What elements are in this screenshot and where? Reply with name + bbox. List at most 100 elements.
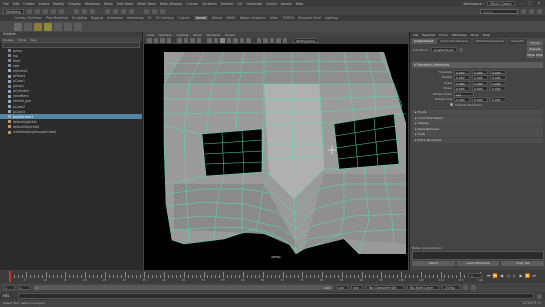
snap-point-icon[interactable] (120, 8, 126, 14)
script-language-toggle[interactable]: MEL (3, 294, 15, 298)
menu-create[interactable]: Create (23, 2, 34, 6)
snap-surface-icon[interactable] (128, 8, 134, 14)
animation-start-field[interactable]: 1 (3, 285, 15, 290)
section-extra-attributes[interactable]: ▸ Extra Attributes (412, 137, 543, 143)
auto-key-icon[interactable] (463, 285, 468, 290)
menu-file[interactable]: File (3, 2, 9, 6)
shelf-tab-motion-graphics[interactable]: Motion Graphics (240, 16, 266, 20)
scale-y-field[interactable]: 1.000 (472, 80, 488, 85)
lock-camera-icon[interactable] (153, 38, 158, 43)
step-forward-key-icon[interactable]: ⏩ (525, 273, 530, 278)
shelf-tab-lighting[interactable]: Lighting (325, 16, 338, 20)
isolate-select-icon[interactable] (256, 38, 261, 43)
shelf-tab-rigging[interactable]: Rigging (91, 16, 103, 20)
copy-tab-button[interactable]: Copy Tab (501, 261, 545, 266)
shelf-tab-fx-caching[interactable]: FX Caching (156, 16, 174, 20)
preferences-icon[interactable] (471, 285, 476, 290)
arnold-flush-icon[interactable] (34, 22, 42, 31)
menu-curves[interactable]: Curves (186, 2, 198, 6)
shear-x-field[interactable]: 0.000 (454, 86, 470, 91)
menu-mesh[interactable]: Mesh (104, 2, 113, 6)
select-object-icon[interactable] (81, 8, 87, 14)
playback-end-field[interactable]: 120 (336, 285, 348, 290)
mode-dropdown[interactable]: Modeling (3, 8, 24, 14)
undo-icon[interactable] (50, 8, 56, 14)
snap-grid-icon[interactable] (104, 8, 110, 14)
animation-end-field[interactable]: 200 (351, 285, 363, 290)
menu-edit-mesh[interactable]: Edit Mesh (117, 2, 134, 6)
wireframe-icon[interactable] (207, 38, 212, 43)
play-backwards-icon[interactable]: ◁ (506, 273, 511, 278)
playhead[interactable] (9, 271, 11, 282)
shelf-tab-custom[interactable]: Custom (177, 16, 189, 20)
ambient-occlusion-icon[interactable] (269, 38, 274, 43)
open-scene-icon[interactable] (34, 8, 40, 14)
menu-select[interactable]: Select (39, 2, 49, 6)
node-tab[interactable]: lambert1 (508, 38, 527, 44)
ae-menu-help[interactable]: Help (483, 33, 490, 37)
section-uuid[interactable]: ▸ UUID (412, 132, 543, 137)
viewport-menu-lighting[interactable]: Lighting (176, 33, 188, 37)
menu-generate[interactable]: Generate (246, 2, 262, 6)
ae-menu-focus[interactable]: Focus (439, 33, 448, 37)
select-component-icon[interactable] (89, 8, 95, 14)
step-back-key-icon[interactable]: ⏪ (493, 273, 498, 278)
time-slider[interactable]: 5 10 15 20 25 30 35 40 45 50 55 60 65 70 75 80 85 90 95 100… (0, 270, 545, 283)
menu-windows[interactable]: Windows (85, 2, 100, 6)
menu-cache[interactable]: Cache (266, 2, 277, 6)
anti-alias-icon[interactable] (276, 38, 281, 43)
depth-of-field-icon[interactable] (282, 38, 287, 43)
shelf-tab-xgen[interactable]: XGen (270, 16, 279, 20)
ipr-render-icon[interactable] (151, 8, 157, 14)
translate-y-field[interactable]: 0.000 (472, 69, 488, 74)
select-button[interactable]: Select (412, 261, 455, 266)
node-tab[interactable]: initialShadingGroup (472, 38, 507, 44)
grid-icon[interactable] (177, 38, 182, 43)
shelf-tab-animation[interactable]: Animation (107, 16, 123, 20)
node-tab[interactable]: polySurfaceShape1 (437, 38, 471, 44)
bookmark-icon[interactable] (166, 38, 171, 43)
workspace-dropdown[interactable]: Maya Classic (487, 1, 515, 6)
shelf-tab-bifrost[interactable]: Bifrost (212, 16, 222, 20)
rotate-x-field[interactable]: 0.000 (454, 75, 470, 80)
ae-menu-attributes[interactable]: Attributes (452, 33, 467, 37)
smooth-shade-icon[interactable] (213, 38, 218, 43)
rotate-z-field[interactable]: 0.000 (490, 75, 506, 80)
menu-surfaces[interactable]: Surfaces (202, 2, 217, 6)
viewport-menu-renderer[interactable]: Renderer (207, 33, 221, 37)
playback-start-field[interactable]: 1 (18, 285, 30, 290)
xray-joints-icon[interactable] (263, 38, 268, 43)
viewport-panel[interactable]: View Shading Lighting Show Renderer Panels sR… (144, 32, 408, 270)
arnold-render-icon[interactable] (14, 22, 22, 31)
outliner-menu-display[interactable]: Display (3, 38, 14, 42)
outliner-item[interactable]: initialShadingGroup/pCube1 (0, 130, 142, 135)
modeling-toolkit-icon[interactable] (521, 8, 526, 14)
section-display[interactable]: ▸ Display (412, 121, 543, 126)
arnold-photometric-icon[interactable] (74, 22, 82, 31)
shelf-tab-turtle[interactable]: TURTLE (282, 16, 294, 20)
focus-button[interactable]: Focus (527, 41, 543, 46)
node-goto-icon[interactable] (459, 47, 463, 52)
viewport-menu-show[interactable]: Show (193, 33, 201, 37)
shelf-tab-poly-modeling[interactable]: Poly Modeling (46, 16, 68, 20)
minimize-icon[interactable]: – (518, 1, 524, 6)
menu-deform[interactable]: Deform (221, 2, 234, 6)
outliner-menu-help[interactable]: Help (30, 38, 37, 42)
redo-icon[interactable] (58, 8, 64, 14)
step-back-frame-icon[interactable]: ◀ (499, 273, 504, 278)
select-hierarchy-icon[interactable] (73, 8, 79, 14)
menu-uv[interactable]: UV (237, 2, 242, 6)
translate-x-field[interactable]: 0.000 (454, 69, 470, 74)
shear-y-field[interactable]: 0.000 (472, 86, 488, 91)
scale-x-field[interactable]: 1.000 (454, 80, 470, 85)
presets-button[interactable]: Presets (527, 47, 543, 52)
shelf-tab-curves-surfaces[interactable]: Curves / Surfaces (14, 16, 42, 20)
fps-dropdown[interactable]: 24 fps (442, 285, 460, 290)
outliner-menu-show[interactable]: Show (18, 38, 26, 42)
node-tab[interactable]: polySurface1 (412, 38, 436, 44)
go-to-end-icon[interactable]: ⏭ (532, 273, 537, 278)
character-set-dropdown[interactable]: No Character Set (366, 285, 404, 290)
snap-curve-icon[interactable] (112, 8, 118, 14)
viewport-menu-shading[interactable]: Shading (159, 33, 171, 37)
rotate-order-dropdown[interactable]: xyz (454, 91, 474, 96)
